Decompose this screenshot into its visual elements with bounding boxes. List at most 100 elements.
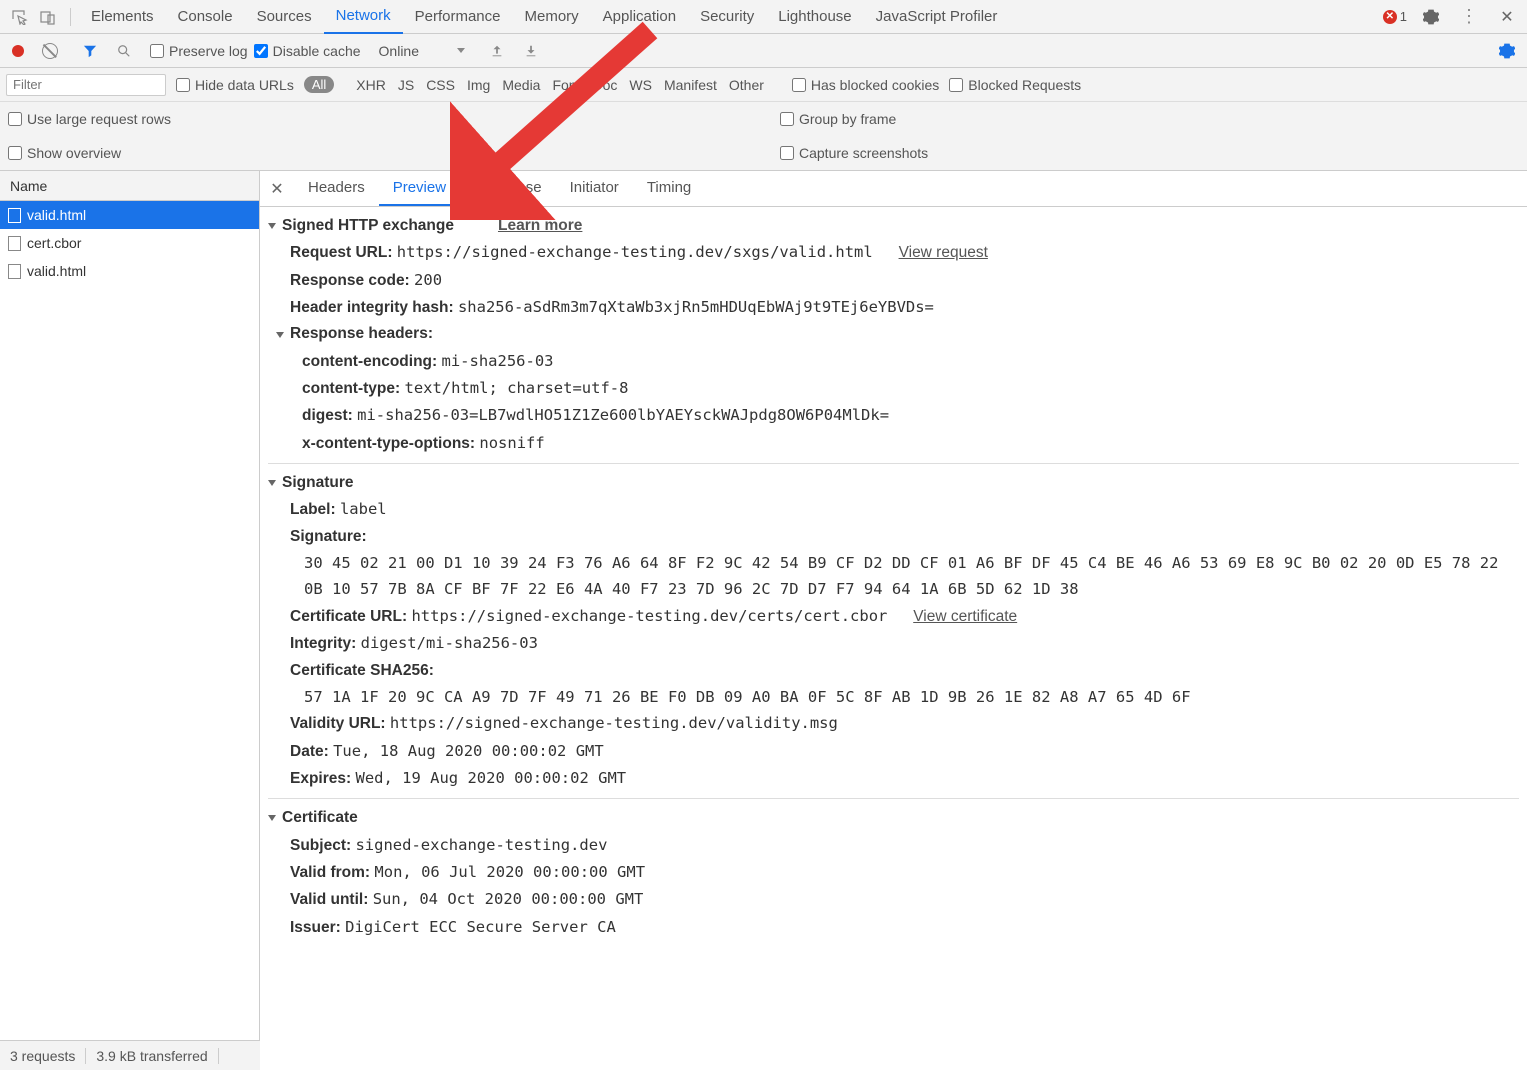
status-bar: 3 requests 3.9 kB transferred <box>0 1040 260 1070</box>
detail-tab-headers[interactable]: Headers <box>294 171 379 206</box>
top-tab-console[interactable]: Console <box>166 0 245 33</box>
document-icon <box>8 264 21 279</box>
kv-valid-until: Valid until: Sun, 04 Oct 2020 00:00:00 G… <box>268 886 1519 913</box>
certificate-section-header[interactable]: Certificate <box>268 805 1519 831</box>
request-name: valid.html <box>27 207 86 223</box>
status-requests: 3 requests <box>0 1048 86 1064</box>
kv-header-integrity: Header integrity hash: sha256-aSdRm3m7qX… <box>268 294 1519 321</box>
request-row[interactable]: cert.cbor <box>0 229 259 257</box>
request-detail-pane: ✕ HeadersPreviewResponseInitiatorTiming … <box>260 171 1527 1041</box>
chevron-down-icon <box>457 48 465 53</box>
detail-tabs: ✕ HeadersPreviewResponseInitiatorTiming <box>260 171 1527 207</box>
view-certificate-link[interactable]: View certificate <box>913 608 1017 625</box>
signature-bytes: 30 45 02 21 00 D1 10 39 24 F3 76 A6 64 8… <box>268 550 1519 603</box>
download-har-icon[interactable] <box>520 40 542 62</box>
kv-response-code: Response code: 200 <box>268 267 1519 294</box>
kv-subject: Subject: signed-exchange-testing.dev <box>268 832 1519 859</box>
response-header-row: digest: mi-sha256-03=LB7wdlHO51Z1Ze600lb… <box>268 402 1519 429</box>
sxg-section-header[interactable]: Signed HTTP exchangeLearn more <box>268 213 1519 239</box>
filter-type-font[interactable]: Font <box>552 77 580 93</box>
learn-more-link[interactable]: Learn more <box>498 213 582 239</box>
kv-valid-from: Valid from: Mon, 06 Jul 2020 00:00:00 GM… <box>268 859 1519 886</box>
has-blocked-cookies-checkbox[interactable]: Has blocked cookies <box>792 77 939 93</box>
kv-issuer: Issuer: DigiCert ECC Secure Server CA <box>268 914 1519 941</box>
request-name: valid.html <box>27 263 86 279</box>
blocked-requests-checkbox[interactable]: Blocked Requests <box>949 77 1081 93</box>
request-list-pane: Name valid.html cert.cbor valid.html <box>0 171 260 1041</box>
kv-cert-url: Certificate URL: https://signed-exchange… <box>268 603 1519 630</box>
filter-all-pill[interactable]: All <box>304 76 334 93</box>
record-button[interactable] <box>12 45 24 57</box>
disable-cache-checkbox[interactable]: Disable cache <box>254 43 361 59</box>
cert-sha-bytes: 57 1A 1F 20 9C CA A9 7D 7F 49 71 26 BE F… <box>268 684 1519 710</box>
top-tab-sources[interactable]: Sources <box>245 0 324 33</box>
response-header-row: content-type: text/html; charset=utf-8 <box>268 375 1519 402</box>
document-icon <box>8 208 21 223</box>
response-header-row: x-content-type-options: nosniff <box>268 430 1519 457</box>
kv-validity-url: Validity URL: https://signed-exchange-te… <box>268 710 1519 737</box>
kv-signature: Signature: <box>268 524 1519 550</box>
kv-integrity: Integrity: digest/mi-sha256-03 <box>268 630 1519 657</box>
filter-type-doc[interactable]: Doc <box>592 77 617 93</box>
filter-type-js[interactable]: JS <box>398 77 414 93</box>
top-tab-javascript-profiler[interactable]: JavaScript Profiler <box>864 0 1010 33</box>
settings-gear-icon[interactable] <box>1420 6 1442 28</box>
network-filter-toolbar: Hide data URLs All XHR JS CSS Img Media Font D… <box>0 68 1527 102</box>
kv-label: Label: label <box>268 496 1519 523</box>
filter-type-manifest[interactable]: Manifest <box>664 77 717 93</box>
clear-icon[interactable] <box>39 40 61 62</box>
top-tab-memory[interactable]: Memory <box>513 0 591 33</box>
top-tab-security[interactable]: Security <box>688 0 766 33</box>
response-headers-header[interactable]: Response headers: <box>268 321 1519 347</box>
view-request-link[interactable]: View request <box>899 244 988 261</box>
detail-tab-preview[interactable]: Preview <box>379 171 460 206</box>
filter-type-media[interactable]: Media <box>502 77 540 93</box>
detail-tab-timing[interactable]: Timing <box>633 171 705 206</box>
device-icon[interactable] <box>37 6 59 28</box>
use-large-rows-checkbox[interactable]: Use large request rows <box>8 111 171 127</box>
filter-type-ws[interactable]: WS <box>629 77 652 93</box>
request-name: cert.cbor <box>27 235 81 251</box>
close-devtools-icon[interactable]: ✕ <box>1496 6 1518 28</box>
name-column-header[interactable]: Name <box>0 171 259 201</box>
group-by-frame-checkbox[interactable]: Group by frame <box>780 111 896 127</box>
filter-type-css[interactable]: CSS <box>426 77 455 93</box>
network-options: Use large request rows Group by frame Sh… <box>0 102 1527 171</box>
close-detail-icon[interactable]: ✕ <box>266 179 288 199</box>
top-tab-lighthouse[interactable]: Lighthouse <box>766 0 863 33</box>
network-settings-gear-icon[interactable] <box>1496 40 1518 62</box>
filter-type-other[interactable]: Other <box>729 77 764 93</box>
preserve-log-checkbox[interactable]: Preserve log <box>150 43 248 59</box>
upload-har-icon[interactable] <box>486 40 508 62</box>
top-tabs: ElementsConsoleSourcesNetworkPerformance… <box>79 0 1009 34</box>
status-transferred: 3.9 kB transferred <box>86 1048 218 1064</box>
network-record-toolbar: Preserve log Disable cache Online <box>0 34 1527 68</box>
document-icon <box>8 236 21 251</box>
error-count[interactable]: ✕1 <box>1383 9 1407 24</box>
top-tab-network[interactable]: Network <box>324 0 403 34</box>
filter-type-xhr[interactable]: XHR <box>356 77 386 93</box>
detail-tab-initiator[interactable]: Initiator <box>556 171 633 206</box>
request-row[interactable]: valid.html <box>0 201 259 229</box>
filter-input[interactable] <box>6 74 166 96</box>
filter-toggle-icon[interactable] <box>79 40 101 62</box>
detail-tab-response[interactable]: Response <box>460 171 556 206</box>
devtools-top-toolbar: ElementsConsoleSourcesNetworkPerformance… <box>0 0 1527 34</box>
inspect-icon[interactable] <box>9 6 31 28</box>
signature-section-header[interactable]: Signature <box>268 470 1519 496</box>
hide-data-urls-checkbox[interactable]: Hide data URLs <box>176 77 294 93</box>
filter-type-img[interactable]: Img <box>467 77 490 93</box>
top-tab-elements[interactable]: Elements <box>79 0 166 33</box>
throttling-select[interactable]: Online <box>373 41 471 61</box>
main-split: Name valid.html cert.cbor valid.html ✕ Hea… <box>0 171 1527 1041</box>
top-tab-performance[interactable]: Performance <box>403 0 513 33</box>
kebab-menu-icon[interactable]: ⋮ <box>1458 6 1480 28</box>
kv-cert-sha: Certificate SHA256: <box>268 658 1519 684</box>
search-icon[interactable] <box>113 40 135 62</box>
show-overview-checkbox[interactable]: Show overview <box>8 145 121 161</box>
capture-screenshots-checkbox[interactable]: Capture screenshots <box>780 145 928 161</box>
request-row[interactable]: valid.html <box>0 257 259 285</box>
response-header-row: content-encoding: mi-sha256-03 <box>268 348 1519 375</box>
kv-date: Date: Tue, 18 Aug 2020 00:00:02 GMT <box>268 738 1519 765</box>
top-tab-application[interactable]: Application <box>591 0 688 33</box>
